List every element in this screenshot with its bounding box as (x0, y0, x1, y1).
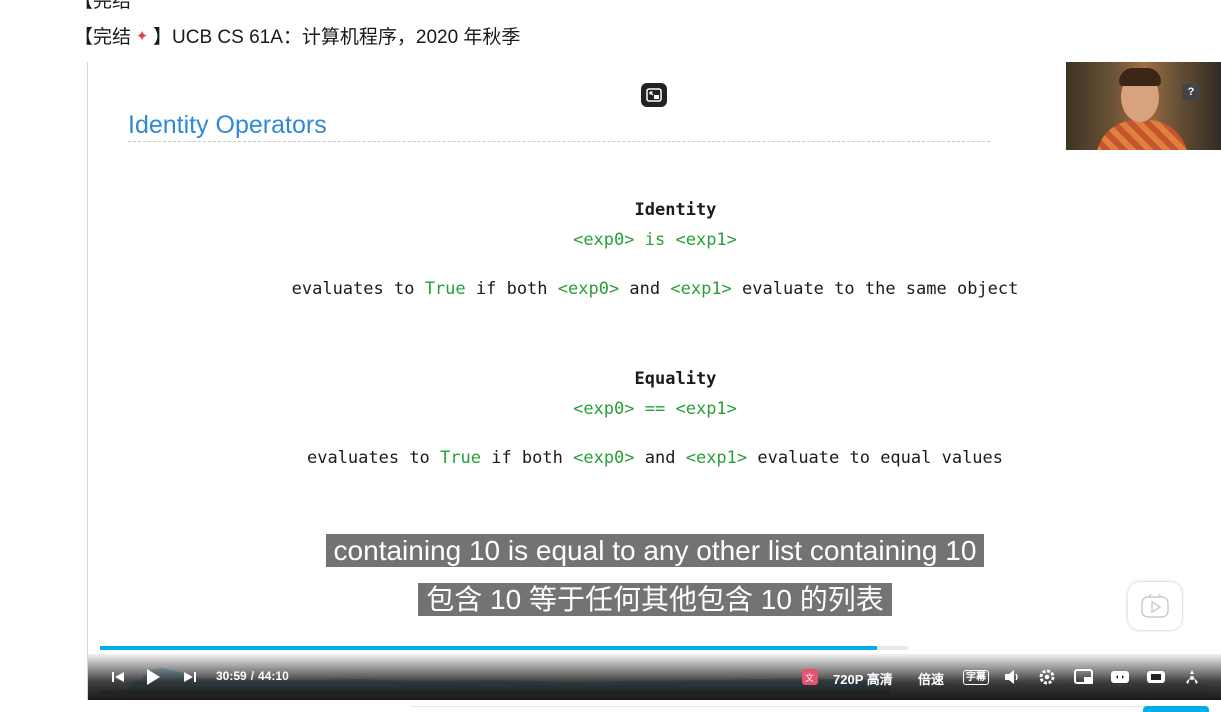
identity-description: evaluates to True if both <exp0> and <ex… (291, 279, 1019, 299)
time-separator: / (250, 669, 255, 683)
time-display: 30:59/44:10 (216, 669, 289, 683)
help-icon[interactable]: ? (1182, 84, 1200, 100)
equality-expression: <exp0> == <exp1> (573, 399, 737, 419)
danmaku-play-button[interactable] (1128, 582, 1182, 630)
subtitle-label: 字幕 (963, 669, 989, 685)
quality-selector[interactable]: 720P 高清 (833, 669, 893, 688)
subtitle-chinese: 包含 10 等于任何其他包含 10 的列表 (88, 578, 1221, 618)
title-prefix: 【完结 (74, 27, 132, 48)
follow-button-edge[interactable] (1143, 706, 1209, 712)
previous-title-line-cut: 【完结 (74, 0, 131, 13)
subtitle-english: containing 10 is equal to any other list… (88, 534, 1221, 567)
party-popper-icon: ✦ (135, 27, 149, 45)
skip-previous-icon[interactable] (110, 668, 126, 686)
current-time: 30:59 (216, 669, 247, 683)
translate-icon[interactable]: 文 (801, 668, 819, 686)
title-suffix: 】UCB CS 61A：计算机程序，2020 年秋季 (153, 27, 521, 48)
web-fullscreen-icon[interactable] (1146, 668, 1166, 686)
picture-in-picture-icon[interactable] (1074, 668, 1094, 686)
slide-heading: Identity Operators (128, 111, 327, 139)
subtitle-button[interactable]: 字幕 (963, 668, 989, 686)
slide-heading-rule (128, 141, 990, 142)
previous-title-prefix: 【完结 (74, 0, 132, 12)
pip-toggle-icon[interactable] (641, 83, 667, 107)
speaker-pip-video[interactable]: ? (1066, 62, 1221, 150)
total-time: 44:10 (258, 669, 289, 683)
speed-selector[interactable]: 倍速 (918, 669, 944, 688)
svg-text:文: 文 (805, 672, 814, 684)
progress-bar-fill[interactable] (100, 646, 877, 650)
volume-icon[interactable] (1003, 668, 1021, 686)
play-icon[interactable] (144, 668, 162, 686)
identity-expression: <exp0> is <exp1> (573, 230, 737, 250)
video-title[interactable]: 【完结 ✦ 】UCB CS 61A：计算机程序，2020 年秋季 (74, 22, 520, 49)
speaker-shirt (1096, 120, 1188, 150)
speaker-hair (1119, 68, 1161, 86)
widescreen-icon[interactable] (1110, 668, 1130, 686)
equality-description: evaluates to True if both <exp0> and <ex… (306, 448, 1004, 468)
video-player[interactable]: Identity Operators Identity <exp0> is <e… (87, 62, 1221, 700)
page-divider (410, 706, 1150, 707)
gear-icon[interactable] (1038, 668, 1056, 686)
skip-next-icon[interactable] (182, 668, 198, 686)
player-controls: 30:59/44:10 文 720P 高清 倍速 字幕 (88, 654, 1221, 700)
danmaku-play-icon (1141, 593, 1169, 618)
fullscreen-icon[interactable] (1181, 668, 1203, 686)
